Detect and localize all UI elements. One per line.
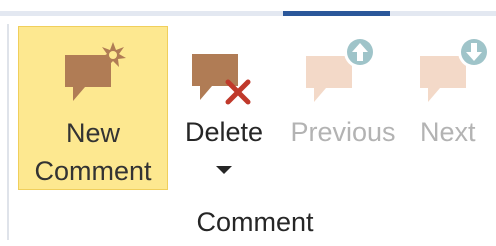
- group-label: Comment: [196, 207, 314, 237]
- ribbon-comment-group: New Comment Delete Previous Next Comment: [0, 0, 496, 246]
- chevron-down-icon[interactable]: [216, 166, 232, 174]
- new-comment-label-line2: Comment: [34, 156, 152, 186]
- previous-comment-button[interactable]: Previous: [278, 26, 408, 190]
- new-comment-button[interactable]: New Comment: [18, 26, 168, 190]
- previous-label: Previous: [290, 117, 396, 147]
- previous-comment-icon: [302, 34, 382, 113]
- group-separator: [7, 24, 9, 240]
- delete-comment-button[interactable]: Delete: [170, 26, 278, 190]
- delete-comment-icon: [188, 36, 262, 115]
- ribbon-tab-strip: [0, 0, 496, 20]
- next-comment-icon: [416, 34, 496, 113]
- new-comment-icon: [59, 37, 133, 116]
- next-comment-button[interactable]: Next: [410, 26, 496, 190]
- tab-strip-line: [0, 11, 496, 16]
- active-tab-indicator: [283, 11, 390, 16]
- new-comment-label-line1: New: [65, 118, 120, 148]
- next-label: Next: [420, 117, 476, 147]
- delete-label: Delete: [184, 117, 264, 147]
